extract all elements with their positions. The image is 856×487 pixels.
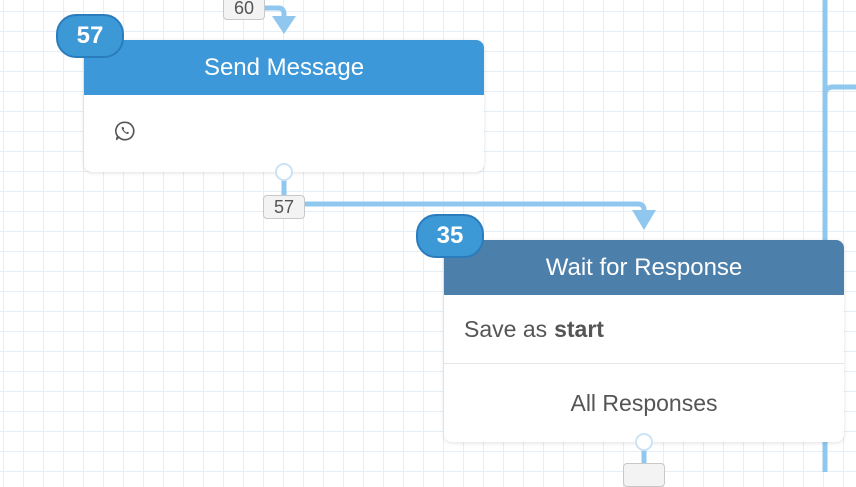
- exit-count-label: 60: [223, 0, 265, 20]
- exit-handle[interactable]: [635, 433, 653, 451]
- exit-count-label: [623, 463, 665, 487]
- wait-for-response-node[interactable]: Wait for Response Save as start All Resp…: [444, 240, 844, 442]
- save-variable-name: start: [554, 315, 604, 342]
- node-body[interactable]: [84, 95, 484, 172]
- whatsapp-icon: [114, 120, 136, 142]
- arrow-head-icon: [272, 16, 296, 34]
- exit-count-label: 57: [263, 195, 305, 219]
- node-number-badge: 57: [56, 14, 124, 58]
- save-as-label: Save as: [464, 315, 548, 342]
- send-message-node[interactable]: Send Message: [84, 40, 484, 172]
- node-header[interactable]: Send Message: [84, 40, 484, 95]
- category-all-responses[interactable]: All Responses: [444, 364, 844, 442]
- save-as-row[interactable]: Save as start: [444, 295, 844, 364]
- arrow-head-icon: [632, 210, 656, 230]
- node-number-badge: 35: [416, 214, 484, 258]
- exit-handle[interactable]: [275, 163, 293, 181]
- node-header[interactable]: Wait for Response: [444, 240, 844, 295]
